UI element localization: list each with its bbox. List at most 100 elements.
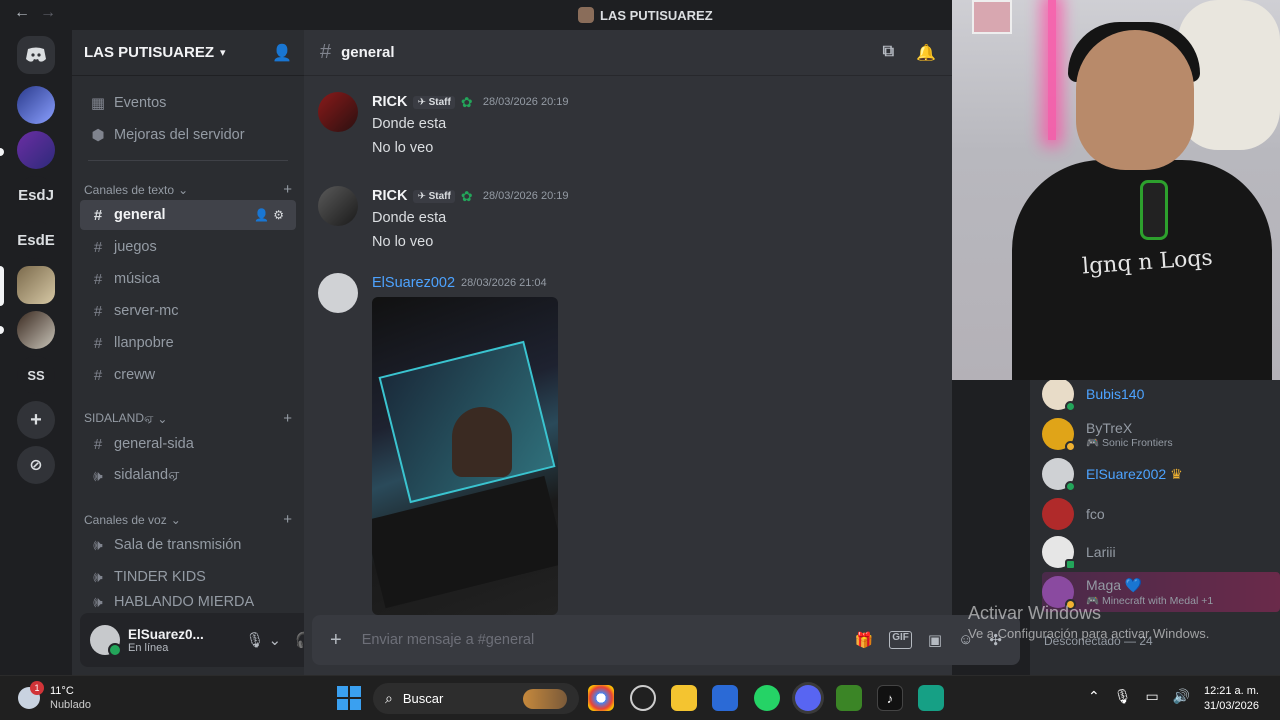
channel-creww[interactable]: # creww	[80, 360, 296, 390]
create-channel-icon[interactable]: +	[283, 181, 292, 198]
forward-arrow-icon[interactable]: →	[40, 4, 66, 21]
add-server-icon[interactable]: +	[17, 401, 55, 439]
invite-people-icon[interactable]: 👤	[272, 43, 292, 63]
server-icon-star[interactable]	[17, 86, 55, 124]
channel-sidebar: LAS PUTISUAREZ ▾ 👤 ▦ Eventos ⬢ Mejoras del…	[72, 30, 368, 675]
member-item[interactable]: Lariii	[1042, 532, 1280, 572]
hashtag-icon: #	[93, 206, 103, 224]
create-channel-icon[interactable]: +	[283, 410, 292, 427]
message-author[interactable]: ElSuarez002	[372, 275, 455, 291]
chevron-down-icon: ⌄	[170, 512, 181, 527]
boost-icon: ⬢	[91, 127, 105, 144]
channel-general-sida[interactable]: # general-sida	[80, 429, 296, 459]
discord-home-icon[interactable]	[17, 36, 55, 74]
channel-sidaland[interactable]: 🕪 sidalandஏ	[80, 461, 296, 491]
add-attachment-icon[interactable]: +	[330, 629, 342, 652]
hashtag-icon: #	[93, 435, 103, 453]
member-item[interactable]: fco	[1042, 494, 1280, 534]
chat-area: # general ⧉ 🔔 RICK ✈ Staff ✿ 28/03/2026 …	[304, 30, 1020, 675]
channel-header: # general ⧉ 🔔	[304, 30, 952, 76]
window-title-text: LAS PUTISUAREZ	[600, 7, 713, 23]
gamepad-icon: 🎮	[1086, 436, 1100, 449]
threads-icon[interactable]: ⧉	[883, 43, 894, 63]
avatar[interactable]	[318, 186, 358, 226]
hashtag-icon: #	[320, 41, 332, 63]
channel-llanpobre[interactable]: # llanpobre	[80, 328, 296, 358]
gif-icon[interactable]: GIF	[889, 631, 912, 649]
create-channel-icon[interactable]: +	[283, 511, 292, 528]
voice-tinder-kids[interactable]: 🕪 TINDER KIDS	[80, 562, 296, 592]
channel-server-mc[interactable]: # server-mc	[80, 296, 296, 326]
message-author[interactable]: RICK	[372, 188, 407, 204]
notification-badge: 1	[30, 681, 44, 695]
member-item[interactable]: ByTreX 🎮 Sonic Frontiers	[1042, 414, 1280, 454]
hashtag-icon: #	[93, 366, 103, 384]
message-input[interactable]: Enviar mensaje a #general	[362, 632, 535, 648]
voice-sala-de-transmision[interactable]: 🕪 Sala de transmisión	[80, 530, 296, 560]
store-icon[interactable]	[712, 685, 738, 711]
divider	[88, 160, 288, 161]
server-header[interactable]: LAS PUTISUAREZ ▾ 👤	[72, 30, 304, 76]
server-icon	[578, 7, 594, 23]
weather-widget[interactable]: 1 11°C Nublado	[18, 681, 91, 712]
bell-icon[interactable]: 🔔	[916, 43, 936, 63]
chevron-down-icon: ⌄	[178, 182, 189, 197]
message-timestamp: 28/03/2026 21:04	[461, 277, 547, 289]
chevron-up-icon[interactable]: ⌃	[1088, 688, 1100, 705]
events-item[interactable]: ▦ Eventos	[80, 88, 296, 118]
server-name: LAS PUTISUAREZ	[84, 44, 215, 61]
avatar	[1042, 458, 1076, 492]
discord-icon[interactable]	[795, 685, 821, 711]
member-item[interactable]: ElSuarez002 ♛	[1042, 454, 1280, 494]
message-text: No lo veo	[372, 140, 434, 156]
back-arrow-icon[interactable]: ←	[14, 4, 40, 21]
avatar	[1042, 536, 1076, 570]
category-text-channels[interactable]: Canales de texto ⌄ +	[84, 181, 292, 198]
message-author[interactable]: RICK	[372, 94, 407, 110]
hashtag-icon: #	[93, 238, 103, 256]
microphone-icon[interactable]: 🎙 ⌄	[245, 631, 281, 649]
avatar[interactable]	[318, 273, 358, 313]
obs-icon[interactable]	[630, 685, 656, 711]
category-voice-channels[interactable]: Canales de voz ⌄ +	[84, 511, 292, 528]
tiktok-icon[interactable]: ♪	[877, 685, 903, 711]
channel-general[interactable]: # general 👤⚙	[80, 200, 296, 230]
server-icon-esdj[interactable]: EsdJ	[17, 176, 55, 214]
category-sidaland[interactable]: SIDALANDஏ ⌄ +	[84, 410, 292, 427]
network-icon[interactable]: ▭	[1146, 688, 1159, 705]
server-icon-purple[interactable]	[17, 131, 55, 169]
channel-musica[interactable]: # música	[80, 264, 296, 294]
user-status: En línea	[128, 641, 169, 654]
sticker-icon[interactable]: ▣	[928, 631, 942, 649]
avatar[interactable]	[318, 92, 358, 132]
file-explorer-icon[interactable]	[671, 685, 697, 711]
channel-settings-icon[interactable]: 👤⚙	[254, 208, 288, 222]
webcam-overlay: lgnq n Loqs	[952, 0, 1280, 380]
selected-pill	[0, 266, 4, 306]
windows-start-icon[interactable]	[337, 686, 361, 710]
message-timestamp: 28/03/2026 20:19	[482, 190, 569, 202]
server-icon-las-putisuarez[interactable]	[17, 266, 55, 304]
server-icon-photo[interactable]	[17, 311, 55, 349]
whatsapp-icon[interactable]	[754, 685, 780, 711]
volume-icon[interactable]: 🔊	[1173, 688, 1190, 705]
image-attachment[interactable]	[372, 297, 558, 615]
microphone-icon[interactable]: 🎙	[1114, 688, 1132, 705]
server-rail: EsdJ EsdE SS + ⊘	[0, 30, 72, 675]
server-icon-esde[interactable]: EsdE	[17, 221, 55, 259]
server-boosts-item[interactable]: ⬢ Mejoras del servidor	[80, 120, 296, 150]
message-composer: + Enviar mensaje a #general 🎁 GIF ▣ ☺ ✣	[312, 615, 1020, 665]
chrome-icon[interactable]	[588, 685, 614, 711]
clock[interactable]: 12:21 a. m. 31/03/2026	[1195, 684, 1259, 714]
avatar[interactable]	[90, 625, 122, 657]
app-icon[interactable]	[918, 685, 944, 711]
gift-icon[interactable]: 🎁	[855, 631, 874, 649]
channel-juegos[interactable]: # juegos	[80, 232, 296, 262]
chevron-down-icon: ⌄	[157, 411, 168, 426]
minecraft-icon[interactable]	[836, 685, 862, 711]
member-item[interactable]: Bubis140	[1042, 374, 1280, 414]
discover-icon[interactable]: ⊘	[17, 446, 55, 484]
voice-hablando-mierda[interactable]: 🕪 HABLANDO MIERDA	[80, 594, 296, 612]
server-icon-ss[interactable]: SS	[17, 356, 55, 394]
search-box[interactable]: ⌕ Buscar	[373, 683, 579, 714]
